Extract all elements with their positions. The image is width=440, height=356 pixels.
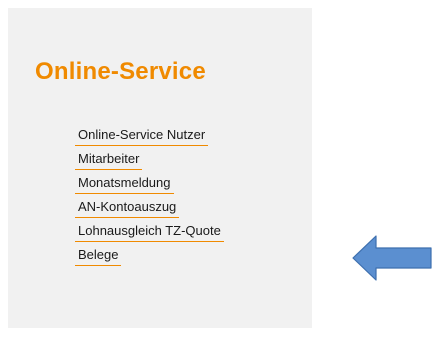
arrow-shape	[352, 235, 432, 281]
menu-item-mitarbeiter: Mitarbeiter	[75, 150, 224, 173]
panel-title: Online-Service	[35, 58, 206, 85]
menu-link-online-service-nutzer[interactable]: Online-Service Nutzer	[75, 126, 209, 146]
menu-link-lohnausgleich-tz-quote[interactable]: Lohnausgleich TZ-Quote	[75, 222, 224, 242]
menu-link-belege[interactable]: Belege	[75, 246, 122, 266]
menu-item-belege: Belege	[75, 246, 224, 269]
menu-link-an-kontoauszug[interactable]: AN-Kontoauszug	[75, 198, 180, 218]
menu-item-an-kontoauszug: AN-Kontoauszug	[75, 198, 224, 221]
menu-link-monatsmeldung[interactable]: Monatsmeldung	[75, 174, 174, 194]
online-service-panel: Online-Service Online-Service Nutzer Mit…	[8, 8, 312, 328]
menu-link-mitarbeiter[interactable]: Mitarbeiter	[75, 150, 143, 170]
online-service-menu: Online-Service Nutzer Mitarbeiter Monats…	[75, 126, 224, 270]
left-arrow-icon	[352, 235, 432, 281]
menu-item-monatsmeldung: Monatsmeldung	[75, 174, 224, 197]
menu-item-online-service-nutzer: Online-Service Nutzer	[75, 126, 224, 149]
menu-item-lohnausgleich-tz-quote: Lohnausgleich TZ-Quote	[75, 222, 224, 245]
